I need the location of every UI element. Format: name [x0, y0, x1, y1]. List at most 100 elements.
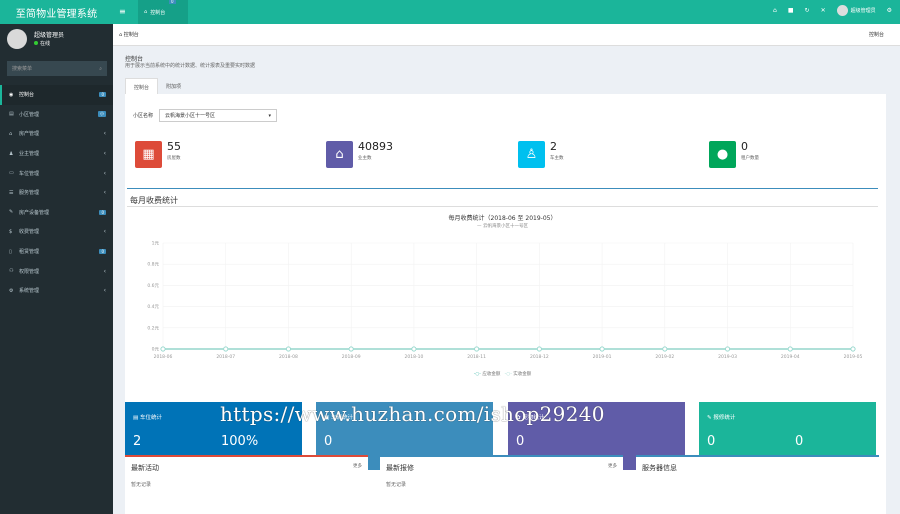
- sidebar-item[interactable]: ♟ 业主管理 ‹: [0, 144, 113, 164]
- sidebar-item-label: 系统管理: [19, 288, 40, 295]
- breadcrumb-left[interactable]: ⌂ 控制台: [119, 31, 139, 38]
- tab-extra[interactable]: 附加项: [158, 78, 189, 94]
- latest-activities: 最新活动 更多 暂无记录: [125, 455, 368, 490]
- x-tick-label: 2019-01: [593, 354, 612, 360]
- settings-icon[interactable]: ⚙: [887, 7, 892, 14]
- box-title: 服务器信息: [642, 464, 677, 472]
- home-icon: ⌂: [326, 141, 353, 168]
- chart-section: 每月收费统计 每月收费统计（2018-06 至 2019-05） — 云帆海景小…: [127, 188, 878, 382]
- y-tick-label: 0.2元: [147, 325, 159, 331]
- sidebar-item-badge: 0: [99, 92, 106, 98]
- sidebar-item[interactable]: ☰ 服务管理 ‹: [0, 183, 113, 203]
- sidebar-item[interactable]: ▤ 小区管理 小: [0, 105, 113, 125]
- chevron-left-icon: ‹: [103, 130, 106, 138]
- building-icon: ▦: [135, 141, 162, 168]
- stat-label: 业主数: [358, 156, 372, 161]
- y-tick-label: 0.8元: [147, 262, 159, 268]
- user-icon: ●: [709, 141, 736, 168]
- x-tick-label: 2018-12: [530, 354, 549, 360]
- dashboard-icon: ◉: [9, 91, 14, 98]
- sidebar-item-badge: 0: [99, 209, 106, 215]
- search-placeholder: 搜索菜单: [12, 66, 33, 72]
- data-point: [348, 346, 354, 352]
- building-icon: ▤: [9, 111, 14, 118]
- latest-repairs: 最新报修 更多 暂无记录: [380, 455, 623, 490]
- home-icon: ⌂: [144, 9, 148, 15]
- user-icon: ♟: [9, 150, 14, 157]
- dashboard-card: 小区名称 云帆海景小区十一号区 ▾ ▦ 55 房屋数 ⌂ 40893 业主数 ♙ 2…: [125, 94, 886, 514]
- tab-dashboard[interactable]: ⌂ 控制台 0: [138, 0, 188, 24]
- legend-item[interactable]: -○- 应收金额: [474, 372, 501, 377]
- user-panel: 超级管理员 在线: [0, 24, 113, 56]
- sidebar-user-name: 超级管理员: [34, 32, 65, 39]
- community-select[interactable]: 云帆海景小区十一号区 ▾: [159, 109, 278, 122]
- chart-legend: -○- 应收金额 -○- 实收金额: [127, 371, 878, 377]
- sidebar-item[interactable]: ⌂ 房产管理 ‹: [0, 124, 113, 144]
- sidebar-item-label: 房产设备管理: [19, 209, 50, 216]
- user-name: 超级管理员: [850, 8, 876, 14]
- data-point: [160, 346, 166, 352]
- home-nav-icon[interactable]: ⌂: [773, 7, 777, 14]
- sidebar-item-label: 租赁管理: [19, 249, 40, 256]
- sidebar-item-label: 小区管理: [19, 111, 40, 118]
- sidebar-item[interactable]: ⚙ 系统管理 ‹: [0, 281, 113, 301]
- app-title[interactable]: 至简物业管理系统: [0, 0, 113, 24]
- menu-toggle-icon[interactable]: ≡: [119, 7, 126, 16]
- x-tick-label: 2019-04: [781, 354, 800, 360]
- box-value: 0: [707, 434, 716, 449]
- more-link[interactable]: 更多: [608, 463, 617, 469]
- sidebar-item-label: 房产管理: [19, 131, 40, 138]
- stat-value: 2: [550, 140, 557, 153]
- sidebar-item-label: 权限管理: [19, 268, 40, 275]
- home-icon: ⌂: [9, 130, 13, 137]
- sidebar-item-label: 车位管理: [19, 170, 40, 177]
- sidebar-item-label: 服务管理: [19, 190, 40, 197]
- data-point: [223, 346, 229, 352]
- clear-cache-icon[interactable]: ■: [788, 7, 794, 14]
- user-menu[interactable]: 超级管理员: [836, 5, 876, 16]
- service-icon: ☰: [9, 189, 14, 196]
- user-status: 在线: [34, 40, 50, 47]
- y-tick-label: 0.6元: [147, 283, 159, 289]
- box-value: 0: [324, 434, 333, 449]
- x-tick-label: 2019-02: [655, 354, 674, 360]
- stat-value: 0: [741, 140, 748, 153]
- search-icon[interactable]: ⌕: [99, 66, 102, 72]
- legend-item[interactable]: -○- 实收金额: [505, 372, 532, 377]
- chevron-down-icon: ▾: [268, 112, 272, 119]
- stat-label: 房屋数: [167, 156, 181, 161]
- sidebar-item-label: 控制台: [19, 92, 35, 99]
- sidebar-item[interactable]: ✎ 房产设备管理 0: [0, 203, 113, 223]
- sidebar-item[interactable]: ◉ 控制台 0: [0, 85, 113, 105]
- fullscreen-icon[interactable]: ✕: [821, 7, 826, 14]
- tab-dashboard-main[interactable]: 控制台: [125, 78, 159, 94]
- sidebar-item[interactable]: ▭ 车位管理 ‹: [0, 163, 113, 183]
- car-icon: ▭: [9, 170, 14, 177]
- x-tick-label: 2018-08: [279, 354, 298, 360]
- data-point: [411, 346, 417, 352]
- data-point: [662, 346, 668, 352]
- sidebar-search-input[interactable]: 搜索菜单 ⌕: [7, 61, 107, 76]
- breadcrumb-right[interactable]: 控制台: [869, 31, 884, 38]
- chevron-left-icon: ‹: [103, 169, 106, 177]
- data-point: [536, 346, 542, 352]
- data-point: [725, 346, 730, 352]
- data-point: [787, 346, 793, 352]
- box-title: ▤ 车位统计: [133, 415, 162, 421]
- chevron-left-icon: ‹: [103, 189, 106, 197]
- top-navbar: 至简物业管理系统 ≡ ⌂ 控制台 0 ⌂ ■ ↻ ✕ 超级管理员 ⚙: [0, 0, 900, 24]
- data-point: [286, 346, 291, 352]
- sidebar-item[interactable]: ▯ 租赁管理 0: [0, 242, 113, 262]
- more-link[interactable]: 更多: [353, 463, 362, 469]
- tab-label: 控制台: [150, 9, 166, 16]
- box-empty-text: 暂无记录: [131, 482, 152, 488]
- sidebar-item-badge: 小: [98, 111, 106, 118]
- chevron-left-icon: ‹: [103, 228, 106, 236]
- box-value: 0: [516, 434, 525, 449]
- refresh-icon[interactable]: ↻: [805, 7, 810, 14]
- community-selector: 小区名称 云帆海景小区十一号区 ▾: [133, 109, 278, 122]
- x-tick-label: 2019-05: [844, 354, 863, 360]
- sidebar-item[interactable]: ⚇ 权限管理 ‹: [0, 261, 113, 281]
- sidebar-item[interactable]: $ 收费管理 ‹: [0, 222, 113, 242]
- x-tick-label: 2018-06: [154, 354, 173, 360]
